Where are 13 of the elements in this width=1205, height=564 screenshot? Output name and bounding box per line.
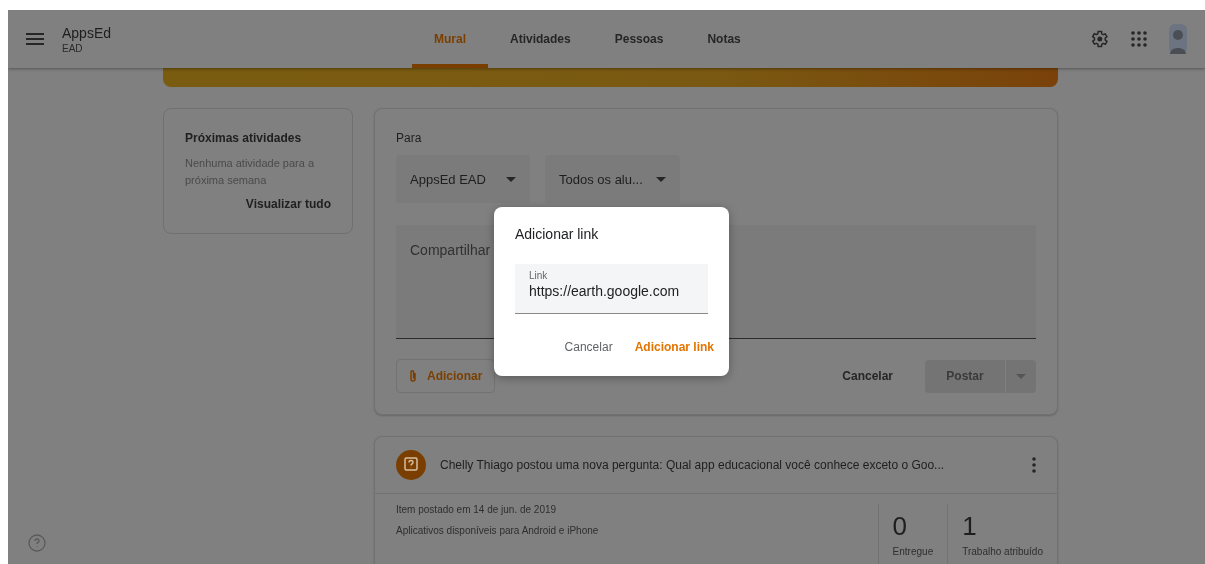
post-date: Item postado em 14 de jun. de 2019 — [396, 504, 558, 515]
dialog-title: Adicionar link — [515, 226, 600, 242]
class-subtitle: EAD — [62, 42, 84, 54]
stat-label: Entregue — [892, 546, 934, 557]
post-description: Aplicativos disponíveis para Android e iPhone — [396, 525, 600, 536]
stat-number: 0 — [892, 512, 909, 540]
placeholder-text: Compartilhar — [410, 242, 491, 258]
stat-number: 1 — [962, 512, 978, 540]
class-title: AppsEd — [62, 24, 113, 41]
to-label: Para — [396, 131, 423, 145]
field-label: Link — [529, 270, 549, 281]
card-title: Próximas atividades — [185, 131, 303, 145]
stat-label: Trabalho atribuído — [962, 546, 1043, 557]
